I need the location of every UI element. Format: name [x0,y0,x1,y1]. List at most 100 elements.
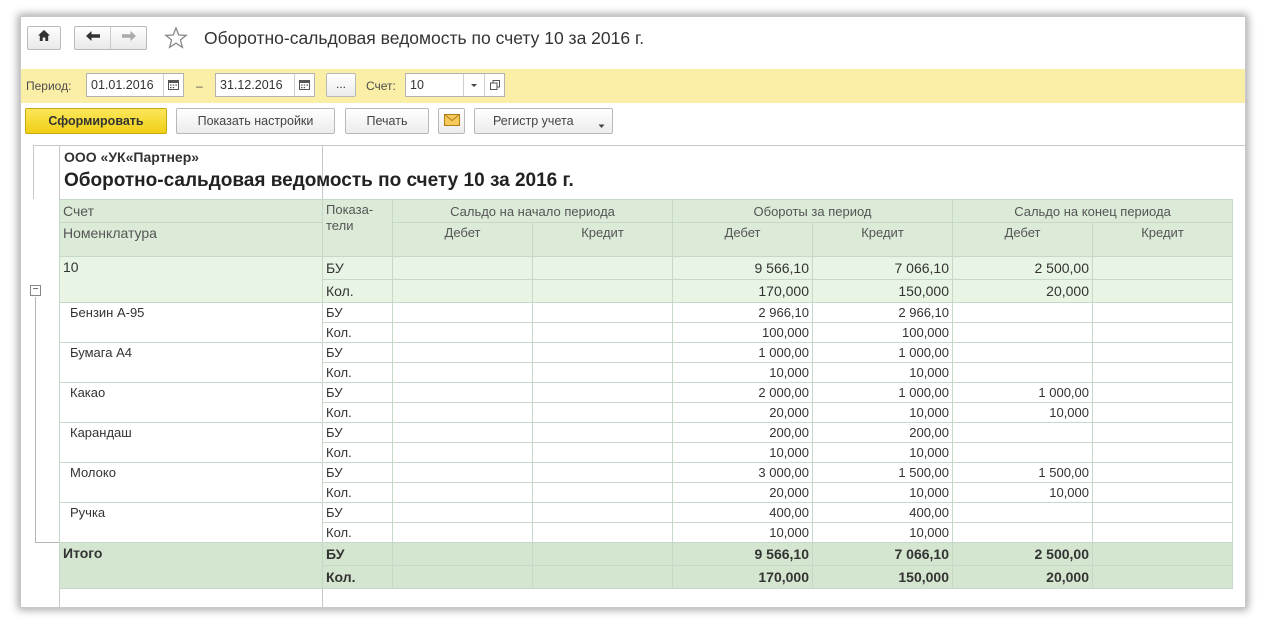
value-cell: 1 000,00 [812,382,953,403]
value-cell [1092,322,1233,343]
value-cell [392,442,533,463]
table-row[interactable]: Ручка БУ 400,00 400,00 [59,502,1233,543]
col-nomenclature: Номенклатура [59,222,323,257]
value-cell [392,522,533,543]
col-indicators: Показа- тели [322,199,393,257]
value-cell [1092,402,1233,423]
value-cell: 7 066,10 [812,542,953,566]
value-cell: 2 500,00 [952,256,1093,280]
report-body: 10 БУ 9 566,10 7 066,10 2 500,00 Кол. 170,000 1… [59,256,1233,589]
arrow-right-icon [121,29,137,47]
tree-line [35,297,36,543]
show-settings-button[interactable]: Показать настройки [176,108,335,134]
table-row[interactable]: Молоко БУ 3 000,00 1 500,00 1 500,00 [59,462,1233,503]
value-cell [1092,542,1233,566]
value-cell [392,279,533,303]
calendar-icon[interactable] [294,74,314,96]
col-opening-debit: Дебет [392,222,533,257]
col-turnover-credit: Кредит [812,222,953,257]
value-cell [1092,522,1233,543]
table-row[interactable]: Какао БУ 2 000,00 1 000,00 1 000,00 [59,382,1233,423]
row-indicator: Кол. [322,522,393,543]
value-cell: 10,000 [672,442,813,463]
value-cell [392,302,533,323]
value-cell [392,342,533,363]
value-cell [392,322,533,343]
value-cell [392,542,533,566]
value-cell [532,342,673,363]
star-icon[interactable] [164,26,188,50]
row-indicator: Кол. [322,362,393,383]
value-cell: 10,000 [952,402,1093,423]
register-button[interactable]: Регистр учета [474,108,613,134]
period-from-value: 01.01.2016 [91,78,154,92]
table-row[interactable]: Бумага А4 БУ 1 000,00 1 000,00 [59,342,1233,383]
row-indicator: Кол. [322,322,393,343]
value-cell: 10,000 [812,482,953,503]
value-cell [1092,342,1233,363]
value-cell: 10,000 [812,522,953,543]
value-cell: 200,00 [672,422,813,443]
table-row[interactable]: Карандаш БУ 200,00 200,00 [59,422,1233,463]
value-cell: 100,000 [672,322,813,343]
print-button[interactable]: Печать [345,108,429,134]
account-field[interactable]: 10 [405,73,505,97]
value-cell: 100,000 [812,322,953,343]
arrow-left-icon [85,29,101,47]
value-cell: 2 000,00 [672,382,813,403]
col-closing-debit: Дебет [952,222,1093,257]
value-cell: 400,00 [672,502,813,523]
value-cell [1092,502,1233,523]
value-cell [392,482,533,503]
value-cell [532,442,673,463]
account-label: Счет: [366,79,396,93]
window-title: Оборотно-сальдовая ведомость по счету 10… [204,28,645,48]
row-name: Какао [59,382,323,423]
open-form-icon[interactable] [484,74,504,96]
forward-button[interactable] [110,27,146,49]
value-cell [952,302,1093,323]
row-indicator: БУ [322,342,393,363]
value-cell: 170,000 [672,279,813,303]
account-value: 10 [410,78,424,92]
value-cell [952,322,1093,343]
value-cell [392,382,533,403]
table-row[interactable]: Итого БУ 9 566,10 7 066,10 2 500,00 [59,542,1233,589]
row-name: 10 [59,256,323,303]
minus-box-icon[interactable]: − [30,285,41,296]
value-cell [532,482,673,503]
value-cell [392,502,533,523]
chevron-down-icon[interactable] [463,74,483,96]
value-cell [1092,302,1233,323]
generate-button[interactable]: Сформировать [25,108,167,134]
row-indicator: Кол. [322,402,393,423]
value-cell: 2 966,10 [812,302,953,323]
tree-line [35,542,59,543]
value-cell: 200,00 [812,422,953,443]
table-row[interactable]: Бензин А-95 БУ 2 966,10 2 966,10 [59,302,1233,343]
home-button[interactable] [27,26,61,50]
row-indicator: БУ [322,302,393,323]
send-email-button[interactable] [438,108,465,134]
report-left-border [33,145,34,199]
table-row[interactable]: 10 БУ 9 566,10 7 066,10 2 500,00 [59,256,1233,303]
value-cell: 10,000 [812,402,953,423]
row-indicator: БУ [322,542,393,566]
back-button[interactable] [75,27,110,49]
value-cell [392,256,533,280]
value-cell [392,462,533,483]
period-from-field[interactable]: 01.01.2016 [86,73,184,97]
row-indicator: БУ [322,382,393,403]
calendar-icon[interactable] [163,74,183,96]
value-cell [952,342,1093,363]
envelope-icon [443,113,460,129]
col-closing-credit: Кредит [1092,222,1233,257]
value-cell [1092,482,1233,503]
period-to-field[interactable]: 31.12.2016 [215,73,315,97]
value-cell [532,322,673,343]
value-cell: 7 066,10 [812,256,953,280]
period-select-button[interactable]: ... [326,73,356,97]
value-cell [952,522,1093,543]
value-cell: 150,000 [812,279,953,303]
col-turnover-debit: Дебет [672,222,813,257]
